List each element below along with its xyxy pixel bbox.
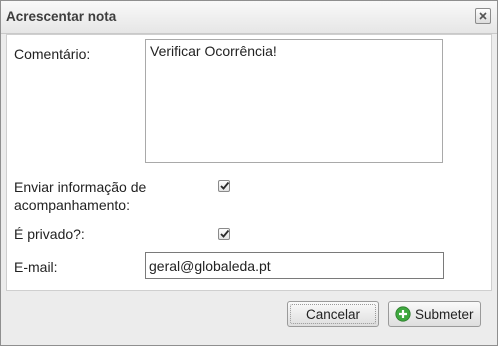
dialog-title: Acrescentar nota — [6, 9, 117, 24]
email-input[interactable] — [145, 252, 444, 279]
private-checkbox[interactable] — [218, 228, 230, 240]
form-panel: Comentário: Verificar Ocorrência! Enviar… — [6, 34, 492, 291]
submit-button[interactable]: Submeter — [388, 301, 481, 327]
submit-button-label: Submeter — [415, 306, 474, 322]
close-icon — [479, 12, 487, 20]
checkmark-icon — [220, 229, 230, 238]
add-note-dialog: Acrescentar nota Comentário: Verificar O… — [0, 0, 498, 346]
private-label: É privado?: — [14, 226, 85, 242]
checkmark-icon — [220, 181, 230, 190]
plus-circle-icon — [395, 306, 411, 322]
send-info-label: Enviar informação de acompanhamento: — [14, 179, 147, 213]
comment-textarea[interactable]: Verificar Ocorrência! — [145, 39, 443, 163]
close-button[interactable] — [475, 8, 491, 24]
send-info-checkbox[interactable] — [218, 180, 230, 192]
email-label: E-mail: — [14, 259, 58, 275]
dialog-titlebar[interactable]: Acrescentar nota — [1, 1, 497, 34]
cancel-button[interactable]: Cancelar — [287, 301, 379, 327]
comment-label: Comentário: — [14, 46, 91, 62]
